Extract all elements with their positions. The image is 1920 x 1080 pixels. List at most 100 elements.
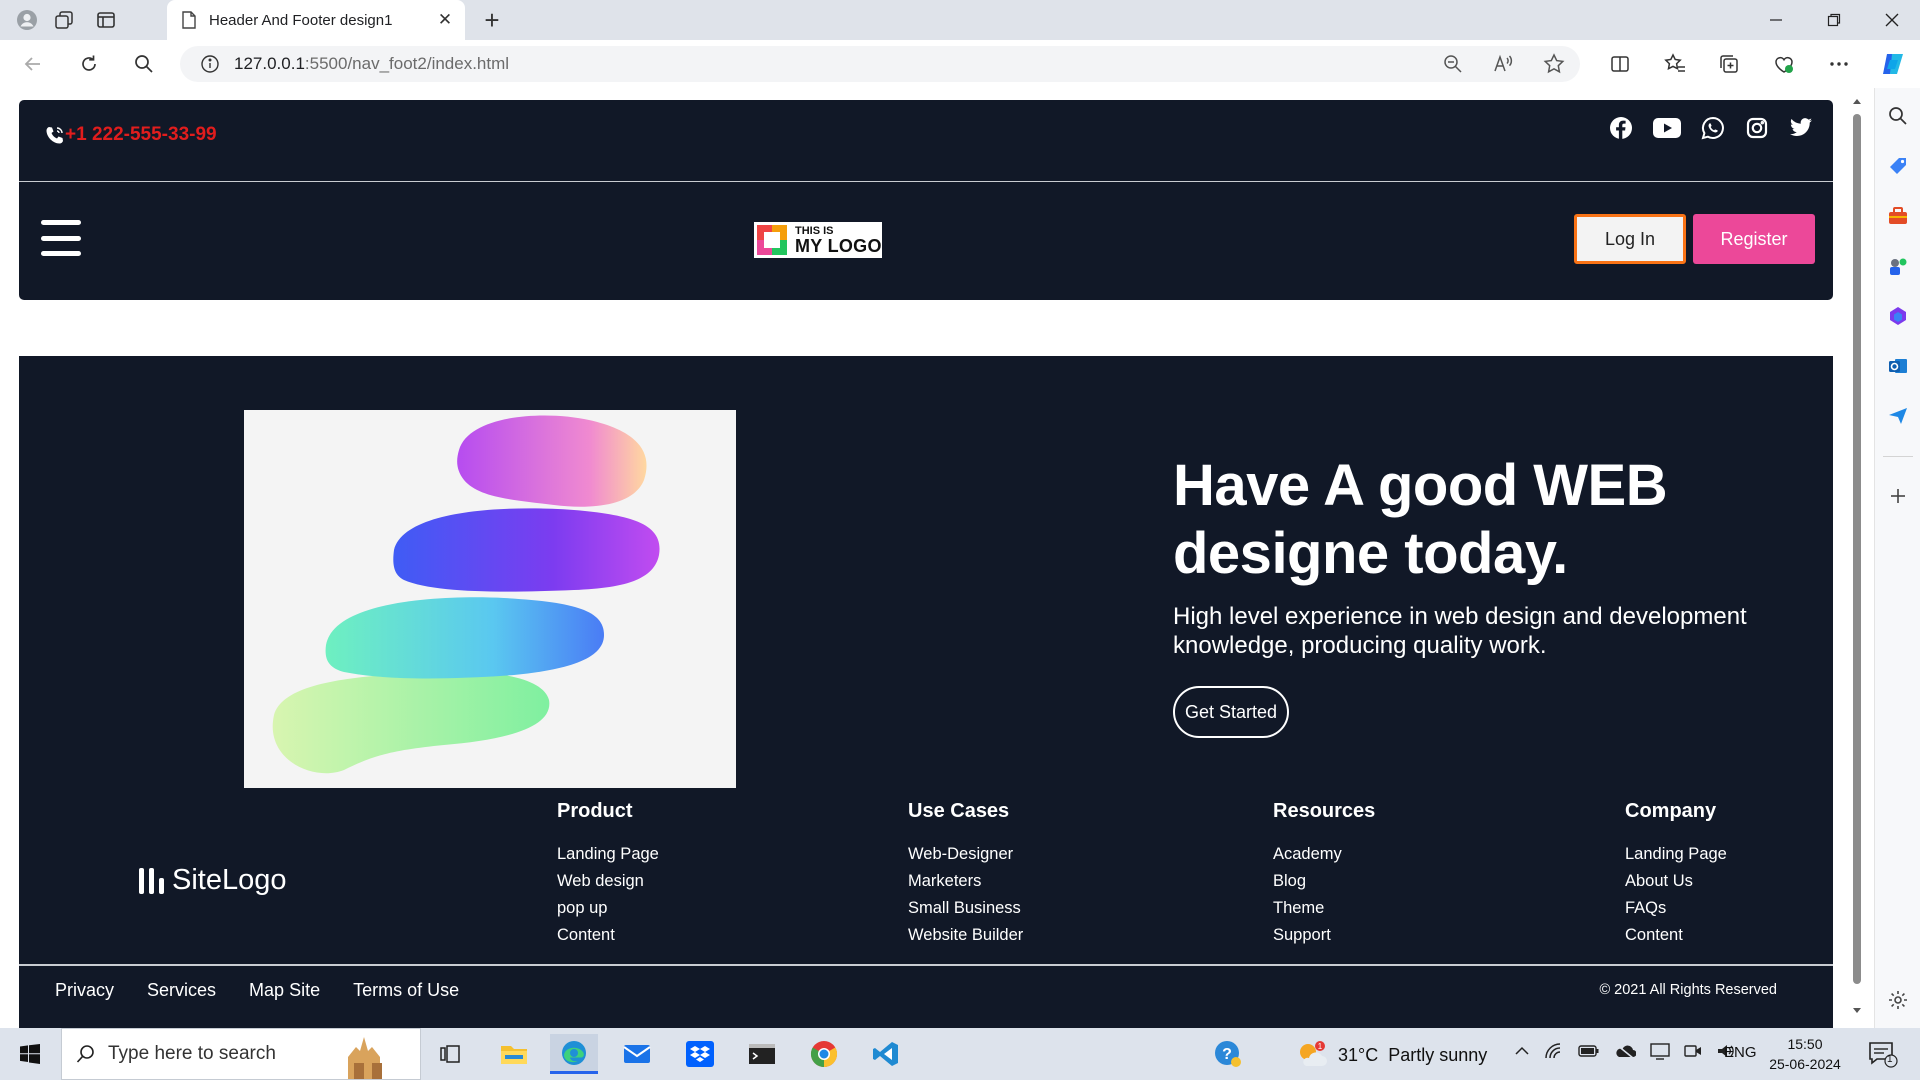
refresh-icon[interactable] [76,51,102,77]
footer-link[interactable]: Content [1625,922,1727,949]
browser-essentials-icon[interactable] [1771,51,1797,77]
new-tab-button[interactable]: + [478,5,506,35]
dropbox-icon[interactable] [676,1034,724,1074]
login-button[interactable]: Log In [1574,214,1686,264]
chevron-up-icon[interactable] [1514,1043,1530,1059]
hamburger-menu-icon[interactable] [41,220,81,256]
facebook-icon[interactable] [1609,116,1633,140]
vscode-icon[interactable] [862,1034,910,1074]
terms-of-use-link[interactable]: Terms of Use [353,980,459,1001]
task-view-icon[interactable] [426,1034,474,1074]
tab-actions-icon[interactable] [93,7,119,33]
privacy-link[interactable]: Privacy [55,980,114,1001]
read-aloud-icon[interactable] [1491,51,1517,77]
document-icon [182,11,196,29]
profile-icon[interactable] [14,7,40,33]
meet-now-icon[interactable] [1684,1042,1702,1060]
browser-sidebar [1874,88,1920,1028]
close-window-icon[interactable] [1864,0,1920,40]
footer-link[interactable]: Landing Page [1625,841,1727,868]
site-header: +1 222-555-33-99 THIS IS MY LOGO Log In … [19,100,1833,300]
copilot-icon[interactable] [1880,51,1906,77]
restore-icon[interactable] [1806,0,1862,40]
notification-center-icon[interactable]: 1 [1868,1040,1898,1068]
weather-widget[interactable]: 1 31°C Partly sunny [1296,1040,1487,1070]
register-button[interactable]: Register [1693,214,1815,264]
map-site-link[interactable]: Map Site [249,980,320,1001]
footer-link[interactable]: Content [557,922,659,949]
help-icon[interactable]: ? [1204,1034,1252,1074]
phone-link[interactable]: +1 222-555-33-99 [45,124,217,146]
footer-link[interactable]: Blog [1273,868,1375,895]
footer-bottom-links: Privacy Services Map Site Terms of Use [55,980,459,1001]
twitter-icon[interactable] [1789,116,1813,140]
footer-link[interactable]: Theme [1273,895,1375,922]
display-icon[interactable] [1650,1042,1670,1060]
settings-gear-icon[interactable] [1886,988,1910,1012]
minimize-icon[interactable] [1748,0,1804,40]
footer-site-logo[interactable]: SiteLogo [139,864,287,897]
add-icon[interactable] [1886,484,1910,508]
clock-time: 15:50 [1787,1036,1823,1052]
edge-browser-icon[interactable] [550,1034,598,1074]
header-nav-row: THIS IS MY LOGO Log In Register [19,184,1833,300]
taskbar-clock[interactable]: 15:50 25-06-2024 [1768,1034,1842,1074]
footer-link[interactable]: Academy [1273,841,1375,868]
favorite-star-icon[interactable] [1541,51,1567,77]
browser-tab[interactable]: Header And Footer design1 ✕ [167,0,465,40]
search-icon[interactable] [131,51,157,77]
instagram-icon[interactable] [1745,116,1769,140]
footer-link[interactable]: pop up [557,895,659,922]
sidebar-search-icon[interactable] [1886,104,1910,128]
chrome-icon[interactable] [800,1034,848,1074]
partly-sunny-icon: 1 [1300,1041,1327,1066]
footer-link[interactable]: Marketers [908,868,1023,895]
footer-link[interactable]: Support [1273,922,1375,949]
send-icon[interactable] [1886,404,1910,428]
onedrive-icon[interactable] [1614,1043,1636,1059]
get-started-button[interactable]: Get Started [1173,686,1289,738]
back-icon[interactable] [20,51,46,77]
outlook-icon[interactable] [1886,354,1910,378]
microsoft-365-icon[interactable] [1886,304,1910,328]
footer-link[interactable]: About Us [1625,868,1727,895]
wifi-icon[interactable] [1544,1042,1564,1060]
brand-logo[interactable]: THIS IS MY LOGO [754,222,882,258]
site-footer: Have A good WEB designe today. High leve… [19,356,1833,1028]
tools-icon[interactable] [1886,204,1910,228]
site-info-icon[interactable] [200,54,220,74]
services-link[interactable]: Services [147,980,216,1001]
footer-link[interactable]: Web-Designer [908,841,1023,868]
zoom-out-icon[interactable] [1440,51,1466,77]
phone-icon [46,127,63,144]
games-icon[interactable] [1886,254,1910,278]
footer-column-company: Company Landing Page About Us FAQs Conte… [1625,800,1727,949]
footer-link[interactable]: Website Builder [908,922,1023,949]
copyright-text: © 2021 All Rights Reserved [1599,982,1777,998]
footer-link[interactable]: Web design [557,868,659,895]
footer-link[interactable]: FAQs [1625,895,1727,922]
split-screen-icon[interactable] [1607,51,1633,77]
file-explorer-icon[interactable] [490,1034,538,1074]
workspaces-icon[interactable] [51,7,77,33]
mail-icon[interactable] [613,1034,661,1074]
favorites-icon[interactable] [1662,51,1688,77]
windows-start-icon[interactable] [0,1028,60,1080]
youtube-icon[interactable] [1653,116,1681,140]
shopping-tag-icon[interactable] [1886,154,1910,178]
scroll-thumb[interactable] [1853,114,1861,984]
language-indicator[interactable]: ENG [1724,1044,1757,1061]
battery-icon[interactable] [1578,1044,1600,1058]
url-field[interactable]: 127.0.0.1:5500/nav_foot2/index.html [180,46,1580,82]
page-scrollbar[interactable] [1850,92,1864,1022]
footer-link[interactable]: Small Business [908,895,1023,922]
whatsapp-icon[interactable] [1701,116,1725,140]
scroll-up-icon[interactable] [1850,96,1864,106]
footer-link[interactable]: Landing Page [557,841,659,868]
terminal-icon[interactable] [738,1034,786,1074]
taskbar-search-input[interactable]: Type here to search [61,1028,421,1080]
collections-icon[interactable] [1716,51,1742,77]
scroll-down-icon[interactable] [1850,1006,1864,1016]
more-options-icon[interactable] [1826,51,1852,77]
close-tab-icon[interactable]: ✕ [433,8,457,32]
